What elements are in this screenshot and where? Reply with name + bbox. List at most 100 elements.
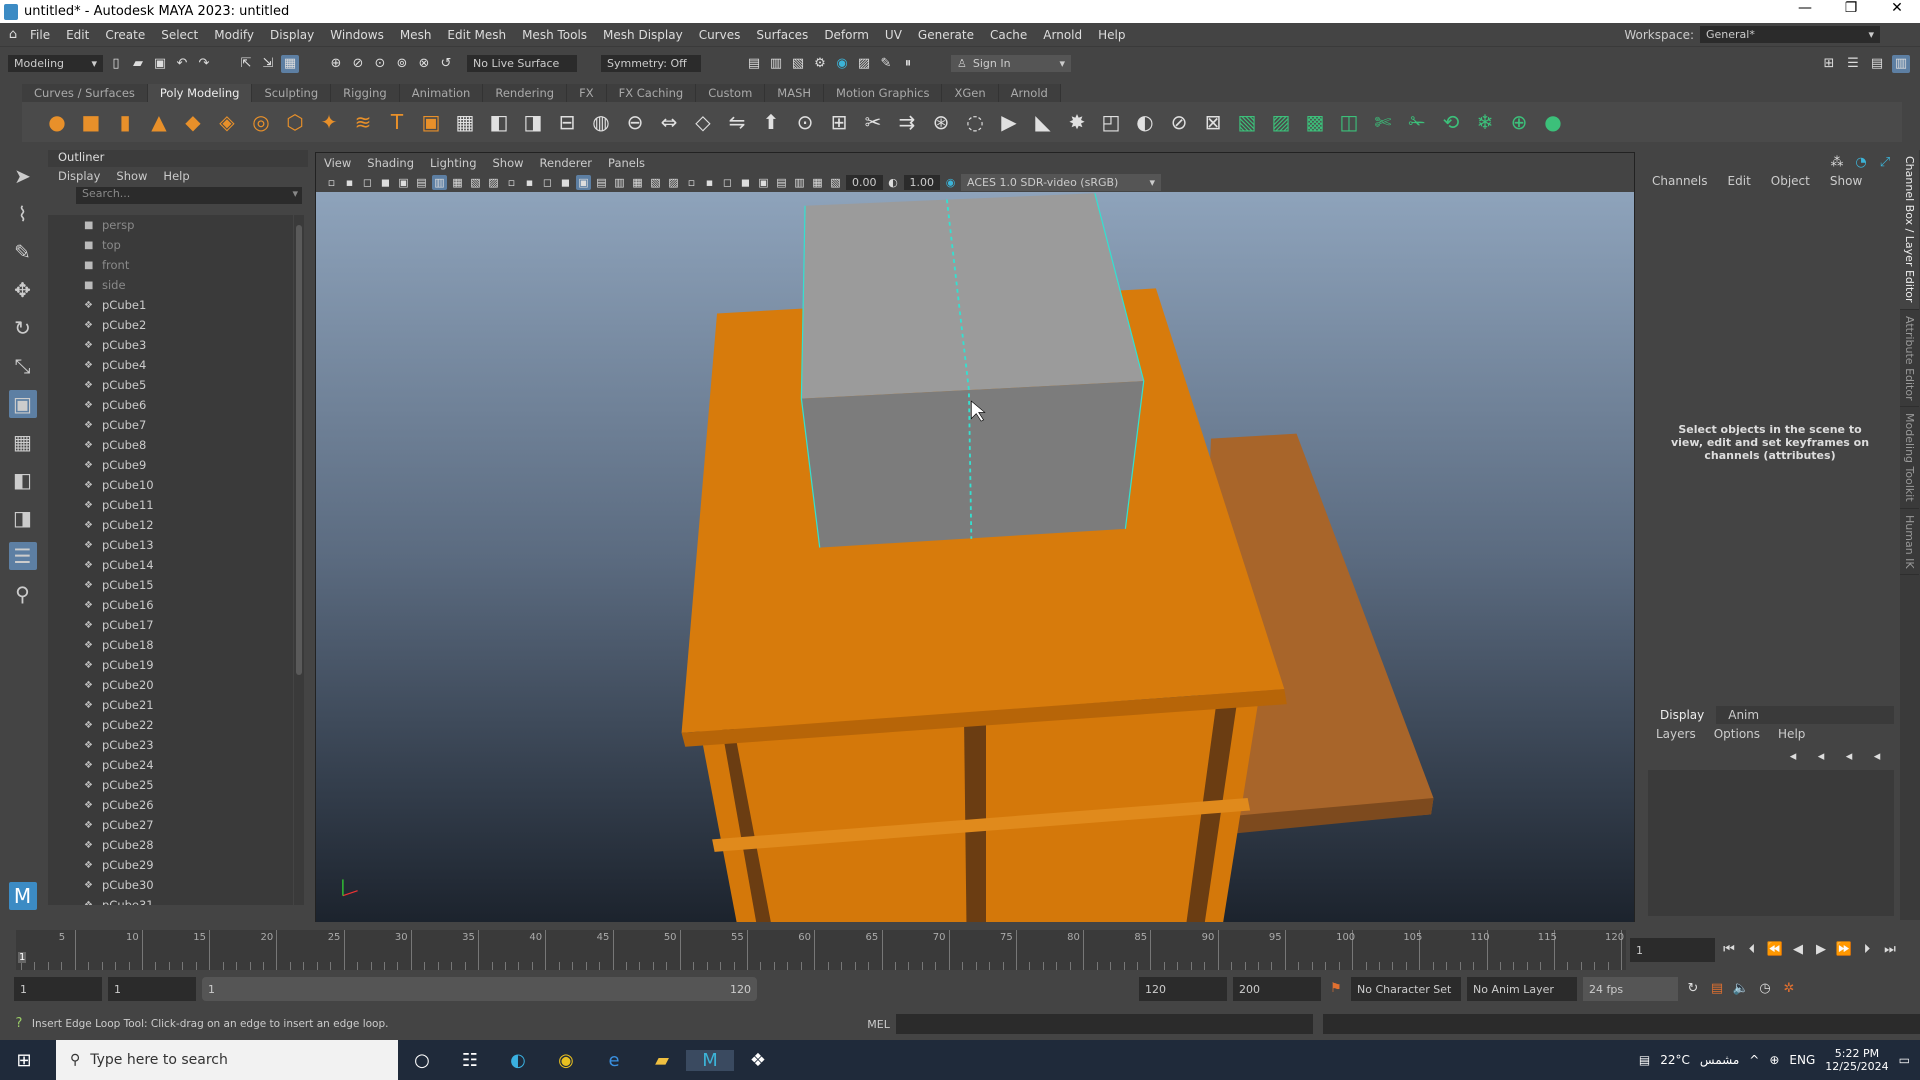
bevel-icon[interactable]: ◇: [690, 109, 716, 135]
end-time-field[interactable]: 200: [1233, 977, 1321, 1001]
tab-anim[interactable]: Anim: [1716, 706, 1771, 724]
outliner-item[interactable]: ❖ pCube24: [48, 755, 293, 775]
clock[interactable]: 5:22 PM 12/25/2024: [1825, 1047, 1888, 1073]
channel-menu-edit[interactable]: Edit: [1728, 174, 1751, 188]
mel-label[interactable]: MEL: [867, 1018, 890, 1031]
menu-mesh-display[interactable]: Mesh Display: [595, 28, 691, 42]
safe-action-icon[interactable]: ▪: [522, 175, 537, 190]
camera-icon[interactable]: ▫: [324, 175, 339, 190]
temperature[interactable]: 22°C: [1660, 1053, 1690, 1067]
outliner-item[interactable]: ❖ pCube5: [48, 375, 293, 395]
pause-icon[interactable]: ⏸: [899, 55, 917, 73]
loop-icon[interactable]: ↻: [1684, 980, 1702, 998]
ipr-render-icon[interactable]: ▧: [789, 55, 807, 73]
layout-a-icon[interactable]: ◧: [9, 466, 37, 494]
collapse-icon[interactable]: ⊠: [1200, 109, 1226, 135]
maya-m-icon[interactable]: M: [8, 882, 37, 910]
outliner-item[interactable]: ❖ pCube13: [48, 535, 293, 555]
snap-pivot-icon[interactable]: ↺: [437, 55, 455, 73]
render-frame-icon[interactable]: ▥: [767, 55, 785, 73]
outliner-layout-icon[interactable]: ☰: [8, 542, 37, 570]
language-indicator[interactable]: ENG: [1789, 1053, 1815, 1067]
camera-attr-icon[interactable]: ▪: [342, 175, 357, 190]
tab-xgen[interactable]: XGen: [942, 84, 999, 102]
select-component-icon[interactable]: ▦: [281, 54, 299, 73]
platonic-icon[interactable]: ⬡: [282, 109, 308, 135]
home-icon[interactable]: ⌂: [4, 26, 22, 44]
outliner-item[interactable]: ❖ pCube18: [48, 635, 293, 655]
go-to-start-icon[interactable]: ⏮: [1720, 941, 1738, 959]
outliner-item[interactable]: ❖ pCube29: [48, 855, 293, 875]
circularize-icon[interactable]: ◐: [1132, 109, 1158, 135]
scale-icon[interactable]: ⤡: [9, 352, 37, 380]
menu-mesh-tools[interactable]: Mesh Tools: [514, 28, 595, 42]
viewport-menu-shading[interactable]: Shading: [367, 156, 414, 170]
four-pane-icon[interactable]: ▦: [9, 428, 37, 456]
combine-icon[interactable]: ◧: [486, 109, 512, 135]
time-slider[interactable]: 5 10 15 20 25 30 35 40 45 50 55 60 65 70 75 80 85 90 95 100…: [16, 930, 1626, 970]
attribute-editor-icon[interactable]: ☰: [1844, 55, 1862, 73]
helix-icon[interactable]: ≋: [350, 109, 376, 135]
multi-cut-icon[interactable]: ✂: [860, 109, 886, 135]
anim-preferences-icon[interactable]: ✲: [1780, 980, 1798, 998]
type-icon[interactable]: T: [384, 109, 410, 135]
tab-curves-surfaces[interactable]: Curves / Surfaces: [22, 84, 148, 102]
select-camera-icon[interactable]: ▧: [828, 175, 843, 190]
wireframe-icon[interactable]: ◼: [558, 175, 573, 190]
select-hierarchy-icon[interactable]: ⇱: [237, 55, 255, 73]
close-button[interactable]: ✕: [1874, 0, 1920, 16]
side-tab-channel-box-layer-editor[interactable]: Channel Box / Layer Editor: [1900, 150, 1919, 310]
xray-icon[interactable]: ▣: [756, 175, 771, 190]
outliner-item[interactable]: ❖ pCube20: [48, 675, 293, 695]
viewport-menu-lighting[interactable]: Lighting: [430, 156, 476, 170]
outliner-item[interactable]: ❖ pCube21: [48, 695, 293, 715]
planar-icon[interactable]: ▨: [1268, 109, 1294, 135]
play-backwards-icon[interactable]: ◀: [1789, 941, 1807, 959]
viewport-menu-panels[interactable]: Panels: [608, 156, 645, 170]
cache-icon[interactable]: ▤: [1708, 980, 1726, 998]
search-icon[interactable]: ⚲: [9, 580, 37, 608]
outliner-item[interactable]: ❖ pCube30: [48, 875, 293, 895]
shadows-icon[interactable]: ▧: [648, 175, 663, 190]
modeling-toolkit-icon[interactable]: ⊞: [1820, 55, 1838, 73]
merge-icon[interactable]: ⊙: [792, 109, 818, 135]
snap-curve-icon[interactable]: ⊘: [349, 55, 367, 73]
step-forward-icon[interactable]: ⏵: [1858, 941, 1876, 959]
tab-poly-modeling[interactable]: Poly Modeling: [147, 84, 253, 102]
start-time-field[interactable]: 1: [14, 977, 102, 1001]
outliner-search-input[interactable]: Search... ▾: [76, 187, 302, 204]
sew-uv-icon[interactable]: ⟲: [1438, 109, 1464, 135]
light-editor-icon[interactable]: ✎: [877, 55, 895, 73]
field-chart-icon[interactable]: ▫: [504, 175, 519, 190]
render-setup-icon[interactable]: ▨: [855, 55, 873, 73]
freeze-icon[interactable]: ⊕: [1506, 109, 1532, 135]
default-material-icon[interactable]: ▤: [594, 175, 609, 190]
menuset-dropdown[interactable]: Modeling ▾: [8, 55, 103, 72]
channel-menu-channels[interactable]: Channels: [1652, 174, 1708, 188]
live-surface-field[interactable]: No Live Surface: [467, 55, 577, 72]
playback-start-field[interactable]: 1: [108, 977, 196, 1001]
outliner-item[interactable]: ❖ pCube31: [48, 895, 293, 905]
menu-edit[interactable]: Edit: [58, 28, 97, 42]
anti-alias-icon[interactable]: ▪: [702, 175, 717, 190]
image-plane-icon[interactable]: ◼: [378, 175, 393, 190]
layer-menu-layers[interactable]: Layers: [1656, 727, 1696, 741]
disc-icon[interactable]: ◎: [248, 109, 274, 135]
render-settings-icon[interactable]: ⚙: [811, 55, 829, 73]
new-layer-icon[interactable]: ◂: [1840, 748, 1858, 766]
wedge-icon[interactable]: ◣: [1030, 109, 1056, 135]
offset-edge-loop-icon[interactable]: ⇉: [894, 109, 920, 135]
star-icon[interactable]: ✦: [316, 109, 342, 135]
outliner-item[interactable]: ❖ pCube1: [48, 295, 293, 315]
boolean-icon[interactable]: ⊖: [622, 109, 648, 135]
new-scene-icon[interactable]: ▯: [107, 55, 125, 73]
move-layer-up-icon[interactable]: ◂: [1784, 748, 1802, 766]
outliner-item[interactable]: ❖ pCube27: [48, 815, 293, 835]
separate-icon[interactable]: ◨: [520, 109, 546, 135]
extrude-icon[interactable]: ⬆: [758, 109, 784, 135]
append-icon[interactable]: ▶: [996, 109, 1022, 135]
move-layer-down-icon[interactable]: ◂: [1812, 748, 1830, 766]
svg-icon[interactable]: ▣: [418, 109, 444, 135]
reduce-icon[interactable]: ⊘: [1166, 109, 1192, 135]
scrollbar-thumb[interactable]: [296, 225, 302, 675]
